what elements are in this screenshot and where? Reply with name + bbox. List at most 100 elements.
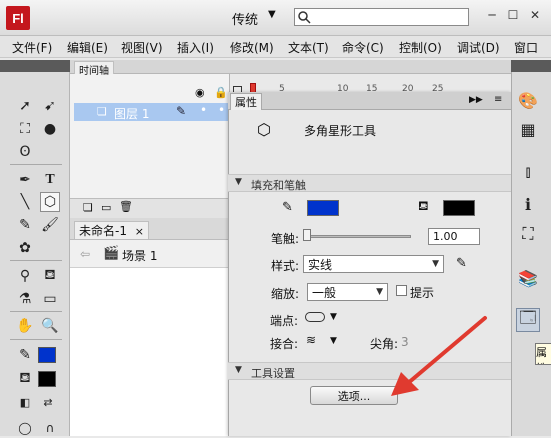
- library-panel-icon[interactable]: 📚: [516, 266, 540, 290]
- tools-panel: [0, 60, 70, 436]
- workspace-switcher[interactable]: 传统: [232, 9, 258, 28]
- join-style-icon[interactable]: ≋: [306, 333, 316, 347]
- chevron-down-icon: ▼: [376, 287, 383, 297]
- timeline-panel: [70, 60, 230, 218]
- color-panel-icon[interactable]: 🎨: [516, 88, 540, 112]
- stroke-label: 笔触:: [271, 232, 300, 246]
- hint-label: 提示: [410, 286, 435, 300]
- menu-text[interactable]: 文本(T): [288, 39, 329, 56]
- eye-icon[interactable]: ◉: [195, 86, 205, 99]
- eyedropper-tool-icon[interactable]: ⚗: [15, 289, 35, 309]
- menu-file[interactable]: 文件(F): [12, 39, 52, 56]
- search-input[interactable]: [294, 8, 469, 26]
- paint-bucket-tool-icon[interactable]: ⛾: [40, 266, 60, 286]
- scale-dropdown[interactable]: 一般 ▼: [307, 283, 388, 301]
- close-button[interactable]: ✕: [525, 6, 545, 24]
- cap-label: 端点:: [270, 314, 299, 328]
- line-tool-icon[interactable]: ╲: [15, 192, 35, 212]
- zoom-tool-icon[interactable]: 🔍: [40, 316, 60, 336]
- minimize-button[interactable]: ─: [482, 6, 502, 24]
- tools-divider: [10, 339, 62, 340]
- layer-visible-dot[interactable]: •: [200, 103, 207, 117]
- menu-debug[interactable]: 调试(D): [457, 39, 500, 56]
- menu-control[interactable]: 控制(O): [399, 39, 442, 56]
- 3d-rotation-tool-icon[interactable]: ●: [40, 119, 60, 139]
- annotation-arrow: [391, 316, 487, 396]
- back-arrow-icon[interactable]: ⇦: [80, 247, 90, 261]
- scene-label[interactable]: 场景 1: [122, 247, 157, 264]
- fill-bucket-icon: ⛾: [418, 199, 429, 214]
- subselection-tool-icon[interactable]: ➹: [40, 96, 60, 116]
- selection-tool-icon[interactable]: ➚: [15, 96, 35, 116]
- chevron-down-icon[interactable]: ▼: [268, 9, 276, 20]
- stroke-value-field[interactable]: 1.00: [428, 228, 480, 245]
- menu-edit[interactable]: 编辑(E): [67, 39, 108, 56]
- tools-panel-header: [0, 60, 70, 72]
- tab-timeline[interactable]: 时间轴: [74, 61, 114, 77]
- stage[interactable]: [70, 268, 228, 436]
- scale-label: 缩放:: [271, 287, 300, 301]
- delete-layer-icon[interactable]: 🗑: [119, 200, 133, 213]
- hint-checkbox[interactable]: [396, 285, 407, 296]
- tools-divider: [10, 164, 62, 165]
- pencil-icon: ✎: [176, 104, 187, 118]
- stroke-color-swatch[interactable]: [307, 200, 339, 216]
- menu-insert[interactable]: 插入(I): [177, 39, 214, 56]
- fill-color-swatch[interactable]: [38, 371, 56, 387]
- brush-tool-icon[interactable]: 🖌: [40, 215, 60, 235]
- panel-menu-icon[interactable]: ≡: [494, 94, 502, 105]
- info-panel-icon[interactable]: ℹ: [516, 192, 540, 216]
- polystar-tool-icon[interactable]: ⬡: [40, 192, 60, 212]
- layer-lock-dot[interactable]: •: [218, 103, 225, 117]
- eraser-tool-icon[interactable]: ▭: [40, 289, 60, 309]
- layer-icon: ❏: [97, 105, 107, 118]
- tab-properties[interactable]: 属性: [230, 93, 262, 110]
- new-layer-icon[interactable]: ❏: [83, 201, 93, 214]
- lock-icon[interactable]: 🔒: [214, 86, 228, 99]
- new-folder-icon[interactable]: ▭: [101, 201, 111, 214]
- object-drawing-icon[interactable]: ∩: [40, 418, 60, 438]
- menu-commands[interactable]: 命令(C): [342, 39, 384, 56]
- menu-window[interactable]: 窗口: [514, 39, 538, 56]
- collapse-panel-icon[interactable]: ▶▶: [469, 95, 483, 105]
- deco-tool-icon[interactable]: ✿: [15, 238, 35, 258]
- text-tool-icon[interactable]: T: [40, 170, 60, 190]
- swatches-panel-icon[interactable]: ▦: [516, 117, 540, 141]
- properties-panel-icon[interactable]: 🗔: [516, 308, 540, 332]
- edit-stroke-style-icon[interactable]: ✎: [456, 256, 467, 271]
- layer-name[interactable]: 图层 1: [114, 105, 149, 122]
- menu-view[interactable]: 视图(V): [121, 39, 163, 56]
- style-label: 样式:: [271, 259, 300, 273]
- stroke-slider-handle[interactable]: [303, 229, 311, 241]
- maximize-button[interactable]: ☐: [503, 6, 523, 24]
- tooltip: 属性: [535, 343, 551, 365]
- search-icon: [298, 11, 311, 24]
- default-colors-icon[interactable]: ◧: [15, 392, 35, 412]
- pencil-tool-icon[interactable]: ✎: [15, 215, 35, 235]
- fill-color-swatch[interactable]: [443, 200, 475, 216]
- tab-document[interactable]: 未命名-1 ×: [74, 221, 150, 239]
- fill-color-bucket-icon: ⛾: [19, 370, 31, 386]
- stroke-color-swatch[interactable]: [38, 347, 56, 363]
- hand-tool-icon[interactable]: ✋: [15, 316, 35, 336]
- tools-divider: [10, 311, 62, 312]
- menu-modify[interactable]: 修改(M): [230, 39, 274, 56]
- transform-panel-icon[interactable]: ⛶: [516, 222, 540, 246]
- close-icon[interactable]: ×: [135, 225, 144, 238]
- style-dropdown[interactable]: 实线 ▼: [303, 255, 444, 273]
- chevron-down-icon[interactable]: ▼: [330, 336, 337, 346]
- cap-style-icon[interactable]: [305, 312, 325, 322]
- bone-tool-icon[interactable]: ⚲: [15, 266, 35, 286]
- stroke-slider[interactable]: [305, 235, 411, 238]
- pen-tool-icon[interactable]: ✒: [15, 170, 35, 190]
- section-title: 工具设置: [251, 367, 295, 380]
- chevron-down-icon: ▼: [235, 365, 242, 375]
- lasso-tool-icon[interactable]: ʘ: [15, 142, 35, 162]
- tool-name: 多角星形工具: [304, 124, 377, 138]
- align-panel-icon[interactable]: ⫾: [516, 160, 540, 184]
- fill-stroke-section-header[interactable]: ▼ 填充和笔触: [228, 174, 511, 192]
- snap-to-objects-icon[interactable]: ◯: [15, 418, 35, 438]
- swap-colors-icon[interactable]: ⇄: [38, 392, 58, 412]
- free-transform-tool-icon[interactable]: ⛶: [15, 119, 35, 139]
- chevron-down-icon[interactable]: ▼: [330, 312, 337, 322]
